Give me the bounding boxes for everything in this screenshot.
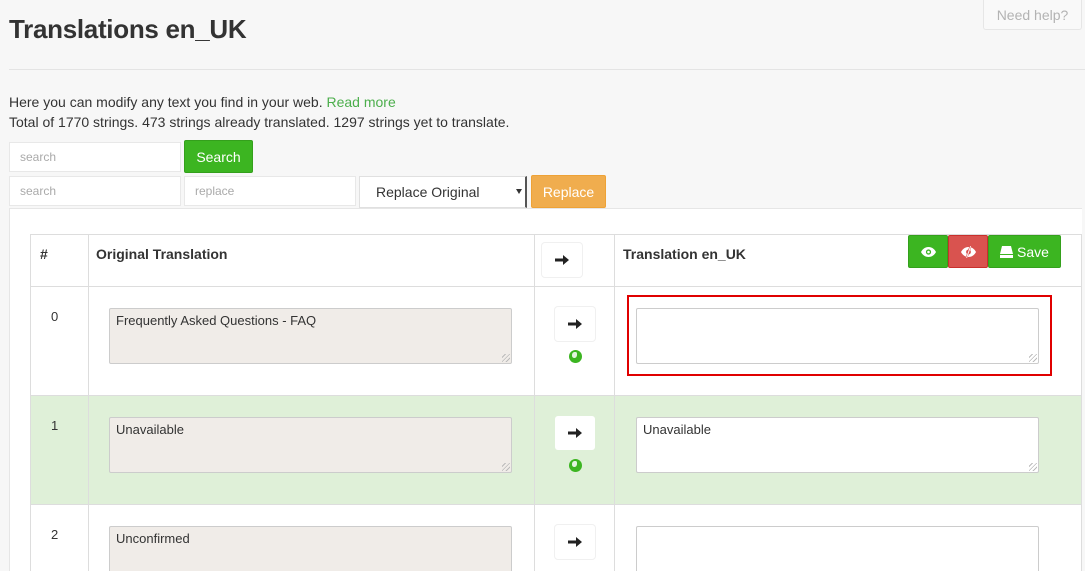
header-original: Original Translation bbox=[96, 246, 228, 262]
table-row: 2 Unconfirmed bbox=[30, 505, 1082, 571]
resize-grip-icon[interactable] bbox=[1029, 463, 1037, 471]
header-num: # bbox=[40, 246, 48, 262]
globe-icon[interactable] bbox=[569, 350, 582, 363]
replace-mode-select[interactable]: Replace Original bbox=[359, 176, 527, 208]
chevron-down-icon bbox=[516, 189, 522, 194]
original-text: Unavailable bbox=[109, 417, 512, 473]
search-button[interactable]: Search bbox=[184, 140, 253, 173]
original-text: Frequently Asked Questions - FAQ bbox=[109, 308, 512, 364]
need-help-button[interactable]: Need help? bbox=[983, 0, 1082, 30]
search-input[interactable] bbox=[9, 142, 181, 172]
replace-search-input[interactable] bbox=[9, 176, 181, 206]
replace-button[interactable]: Replace bbox=[531, 175, 606, 208]
row-number: 2 bbox=[51, 527, 59, 542]
title-divider bbox=[9, 69, 1085, 70]
copy-all-button[interactable] bbox=[542, 243, 582, 277]
table-row: 1 Unavailable Unavailable bbox=[30, 396, 1082, 505]
read-more-link[interactable]: Read more bbox=[327, 94, 396, 110]
copy-button[interactable] bbox=[555, 307, 595, 341]
header-translation: Translation en_UK bbox=[623, 246, 746, 262]
resize-grip-icon[interactable] bbox=[502, 354, 510, 362]
translation-field[interactable]: Unavailable bbox=[636, 417, 1039, 473]
save-button[interactable]: Save bbox=[988, 235, 1061, 268]
row-number: 1 bbox=[51, 418, 59, 433]
arrow-right-icon bbox=[555, 255, 569, 265]
save-icon bbox=[1000, 245, 1014, 258]
save-label: Save bbox=[1017, 243, 1049, 260]
table-header-row: # Original Translation Translation en_UK… bbox=[30, 235, 1082, 287]
translations-table: # Original Translation Translation en_UK… bbox=[30, 234, 1082, 571]
resize-grip-icon[interactable] bbox=[502, 463, 510, 471]
arrow-right-icon bbox=[568, 319, 582, 329]
globe-icon[interactable] bbox=[569, 459, 582, 472]
hide-button[interactable] bbox=[948, 235, 988, 268]
arrow-right-icon bbox=[568, 428, 582, 438]
intro-line-1: Here you can modify any text you find in… bbox=[9, 94, 323, 110]
show-button[interactable] bbox=[908, 235, 948, 268]
copy-button[interactable] bbox=[555, 525, 595, 559]
intro-text: Here you can modify any text you find in… bbox=[9, 92, 509, 132]
strings-summary: Total of 1770 strings. 473 strings alrea… bbox=[9, 114, 510, 130]
replace-mode-value: Replace Original bbox=[376, 184, 480, 200]
eye-slash-icon bbox=[960, 245, 976, 258]
replace-input[interactable] bbox=[184, 176, 356, 206]
copy-button[interactable] bbox=[555, 416, 595, 450]
arrow-right-icon bbox=[568, 537, 582, 547]
eye-icon bbox=[920, 246, 936, 257]
translation-field[interactable] bbox=[636, 526, 1039, 571]
original-text: Unconfirmed bbox=[109, 526, 512, 571]
row-number: 0 bbox=[51, 309, 59, 324]
focus-highlight bbox=[627, 295, 1052, 376]
page-title: Translations en_UK bbox=[9, 14, 247, 44]
